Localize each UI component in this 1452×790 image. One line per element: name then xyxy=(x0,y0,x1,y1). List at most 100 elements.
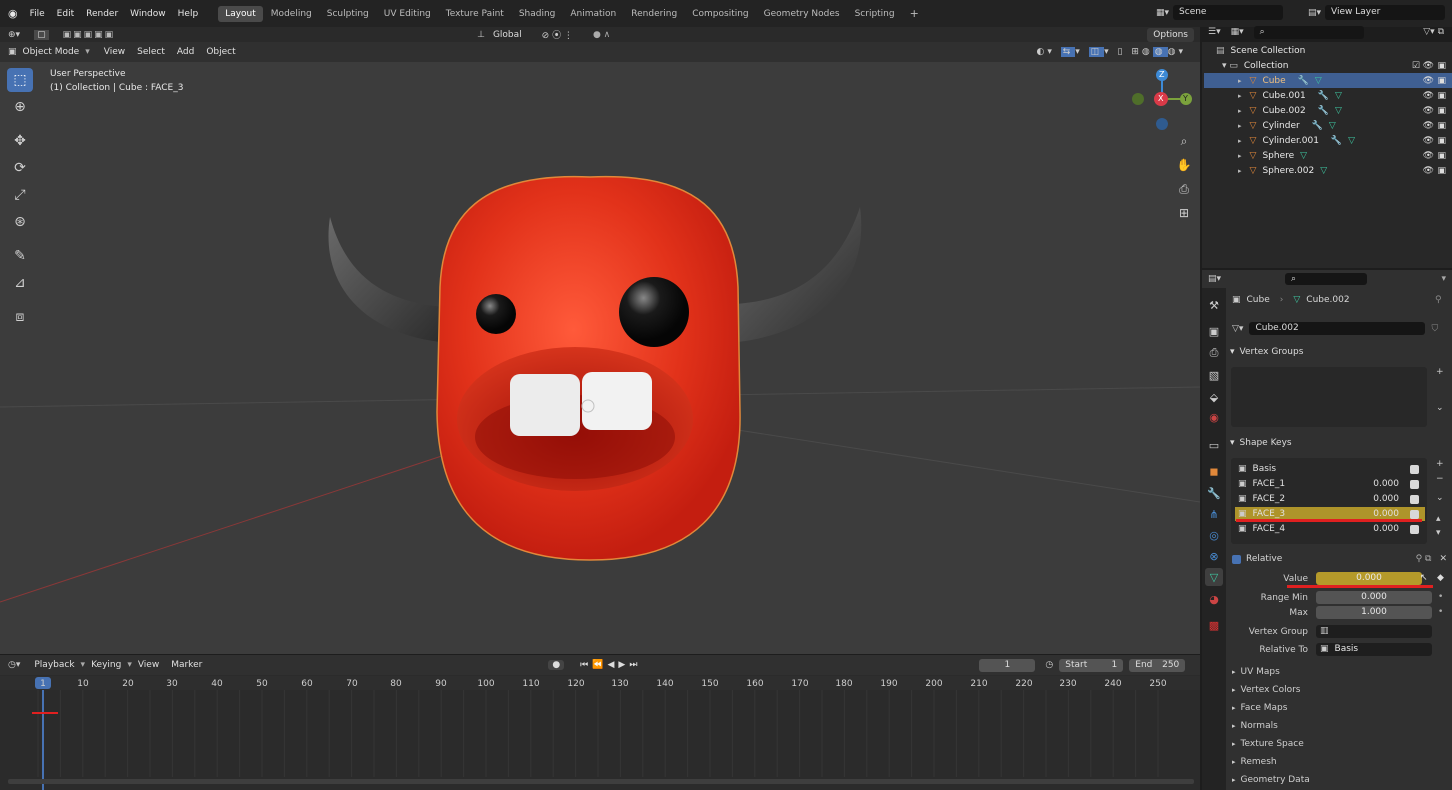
world-tab-icon[interactable]: ◉ xyxy=(1205,408,1223,426)
select-tool-icon[interactable]: ⬚ xyxy=(7,68,33,92)
collapsed-panel-header[interactable]: ▸ Face Maps xyxy=(1232,703,1287,713)
outliner-item[interactable]: ▸ ▽ Cube.002 🔧 ▽ 👁 ▣ xyxy=(1204,103,1452,118)
properties-search-input[interactable]: ⌕ xyxy=(1285,272,1368,285)
move-up-icon[interactable]: ▴ xyxy=(1436,514,1441,524)
modifier-icon[interactable]: 🔧 xyxy=(1331,136,1342,146)
vertex-groups-panel-header[interactable]: ▾ Vertex Groups xyxy=(1230,344,1442,360)
modifier-tab-icon[interactable]: 🔧 xyxy=(1205,484,1223,502)
keyframe-dot-icon[interactable]: • xyxy=(1438,607,1443,617)
orientation-dropdown[interactable]: Global xyxy=(493,30,522,40)
proportional-icon[interactable]: ● ∧ xyxy=(593,30,610,40)
menu-add[interactable]: Add xyxy=(171,45,200,59)
pin-shape-icon[interactable]: ⚲ ⧉ xyxy=(1416,554,1432,564)
add-shape-key-icon[interactable]: + xyxy=(1436,459,1444,469)
select-box-icon[interactable]: ▢ xyxy=(34,29,49,40)
modifier-icon[interactable]: 🔧 xyxy=(1318,91,1329,101)
max-field[interactable]: 1.000 xyxy=(1316,606,1432,619)
relative-checkbox[interactable] xyxy=(1232,554,1241,564)
mesh-data-icon[interactable]: ▽ xyxy=(1300,151,1307,161)
shape-key-mute-checkbox[interactable] xyxy=(1410,494,1419,504)
rotate-tool-icon[interactable]: ⟳ xyxy=(7,156,33,180)
editor-type-icon[interactable]: ⊕▾ xyxy=(8,30,20,40)
camera-icon[interactable]: ▣ xyxy=(1437,166,1446,176)
tab-shading[interactable]: Shading xyxy=(512,6,563,22)
camera-icon[interactable]: ▣ xyxy=(1437,91,1446,101)
mesh-datablock-icon[interactable]: ▽▾ xyxy=(1232,324,1243,334)
move-down-icon[interactable]: ▾ xyxy=(1436,528,1441,538)
menu-marker[interactable]: Marker xyxy=(165,658,208,672)
editor-type-icon[interactable]: ☰▾ xyxy=(1208,27,1221,37)
collection-checkbox-icon[interactable]: ☑ xyxy=(1412,61,1420,71)
collapsed-panel-header[interactable]: ▸ Normals xyxy=(1232,721,1278,731)
frame-range-icon[interactable]: ◷ xyxy=(1045,660,1053,670)
collapsed-panel-header[interactable]: ▸ Texture Space xyxy=(1232,739,1304,749)
menu-playback[interactable]: Playback xyxy=(28,658,80,672)
pin-icon[interactable]: ⚲ xyxy=(1435,295,1442,305)
pan-hand-icon[interactable]: ✋ xyxy=(1173,154,1195,176)
annotate-tool-icon[interactable]: ✎ xyxy=(7,244,33,268)
outliner-item[interactable]: ▸ ▽ Sphere ▽ 👁 ▣ xyxy=(1204,148,1452,163)
menu-select[interactable]: Select xyxy=(131,45,171,59)
tab-scripting[interactable]: Scripting xyxy=(848,6,902,22)
modifier-icon[interactable]: 🔧 xyxy=(1298,76,1309,86)
outliner-collection[interactable]: ▾ ▭ Collection ☑ 👁 ▣ xyxy=(1204,58,1452,73)
add-cube-tool-icon[interactable]: ⧈ xyxy=(7,305,33,329)
outliner-item[interactable]: ▸ ▽ Sphere.002 ▽ 👁 ▣ xyxy=(1204,163,1452,178)
scene-selector[interactable]: ▦▾ Scene xyxy=(1156,5,1284,20)
expand-arrow-icon[interactable]: ▸ xyxy=(1238,92,1242,100)
shape-key-row[interactable]: ▣ FACE_1 0.000 xyxy=(1235,477,1425,491)
menu-render[interactable]: Render xyxy=(80,9,124,19)
collapsed-panel-header[interactable]: ▸ Vertex Colors xyxy=(1232,685,1301,695)
eye-icon[interactable]: 👁 xyxy=(1423,136,1434,146)
shape-key-row[interactable]: ▣ FACE_2 0.000 xyxy=(1235,492,1425,506)
render-tab-icon[interactable]: ▣ xyxy=(1205,322,1223,340)
eye-icon[interactable]: 👁 xyxy=(1423,106,1434,116)
collection-tab-icon[interactable]: ▭ xyxy=(1205,436,1223,454)
chevron-down-icon[interactable]: ⌄ xyxy=(1436,403,1444,413)
add-workspace-icon[interactable]: + xyxy=(903,4,926,23)
clock-icon[interactable]: ◷▾ xyxy=(8,660,20,670)
shape-key-row[interactable]: ▣ FACE_4 0.000 xyxy=(1235,522,1425,536)
shape-key-value[interactable]: 0.000 xyxy=(1373,524,1399,534)
display-mode-icon[interactable]: ▦▾ xyxy=(1231,27,1244,37)
mesh-data-icon[interactable]: ▽ xyxy=(1335,106,1342,116)
shape-key-value[interactable]: 0.000 xyxy=(1373,494,1399,504)
menu-keying[interactable]: Keying xyxy=(85,658,127,672)
camera-icon[interactable]: ▣ xyxy=(1437,106,1446,116)
tab-compositing[interactable]: Compositing xyxy=(685,6,755,22)
scene-tab-icon[interactable]: ⬙ xyxy=(1205,388,1223,406)
menu-edit[interactable]: Edit xyxy=(51,9,80,19)
menu-view[interactable]: View xyxy=(132,658,165,672)
cursor-tool-icon[interactable]: ⊕ xyxy=(7,95,33,119)
menu-file[interactable]: File xyxy=(24,9,51,19)
mesh-data-icon[interactable]: ▽ xyxy=(1320,166,1327,176)
menu-help[interactable]: Help xyxy=(172,9,205,19)
eye-icon[interactable]: 👁 xyxy=(1423,151,1434,161)
expand-arrow-icon[interactable]: ▸ xyxy=(1238,107,1242,115)
remove-shape-key-icon[interactable]: − xyxy=(1436,474,1444,484)
outliner-item[interactable]: ▸ ▽ Cylinder.001 🔧 ▽ 👁 ▣ xyxy=(1204,133,1452,148)
eye-icon[interactable]: 👁 xyxy=(1423,121,1434,131)
3d-viewport[interactable] xyxy=(0,42,1200,654)
options-dropdown[interactable]: Options xyxy=(1147,27,1194,42)
outliner-item[interactable]: ▸ ▽ Cube.001 🔧 ▽ 👁 ▣ xyxy=(1204,88,1452,103)
view-layer-tab-icon[interactable]: ▧ xyxy=(1205,366,1223,384)
view-layer-selector[interactable]: ▤▾ View Layer xyxy=(1308,5,1446,20)
start-frame-field[interactable]: Start 1 xyxy=(1059,658,1124,672)
range-min-field[interactable]: 0.000 xyxy=(1316,591,1432,604)
current-frame-field[interactable]: 1 xyxy=(979,658,1036,672)
outliner-item[interactable]: ▸ ▽ Cylinder 🔧 ▽ 👁 ▣ xyxy=(1204,118,1452,133)
camera-icon[interactable]: ▣ xyxy=(1437,136,1446,146)
measure-tool-icon[interactable]: ⊿ xyxy=(7,271,33,295)
relative-to-field[interactable]: ▣ Basis xyxy=(1316,643,1432,656)
mesh-data-icon[interactable]: ▽ xyxy=(1335,91,1342,101)
eye-icon[interactable]: 👁 xyxy=(1423,91,1434,101)
navigation-gizmo[interactable]: Z X Y xyxy=(1130,66,1194,132)
camera-view-icon[interactable]: ⎙ xyxy=(1173,178,1195,200)
camera-icon[interactable]: ▣ xyxy=(1437,151,1446,161)
keyframe-dot-icon[interactable]: • xyxy=(1438,592,1443,602)
modifier-icon[interactable]: 🔧 xyxy=(1318,106,1329,116)
eye-icon[interactable]: 👁 xyxy=(1423,61,1434,71)
outliner-scene-collection[interactable]: ▤ Scene Collection xyxy=(1204,43,1452,58)
outliner-search-input[interactable]: ⌕ xyxy=(1253,25,1364,39)
